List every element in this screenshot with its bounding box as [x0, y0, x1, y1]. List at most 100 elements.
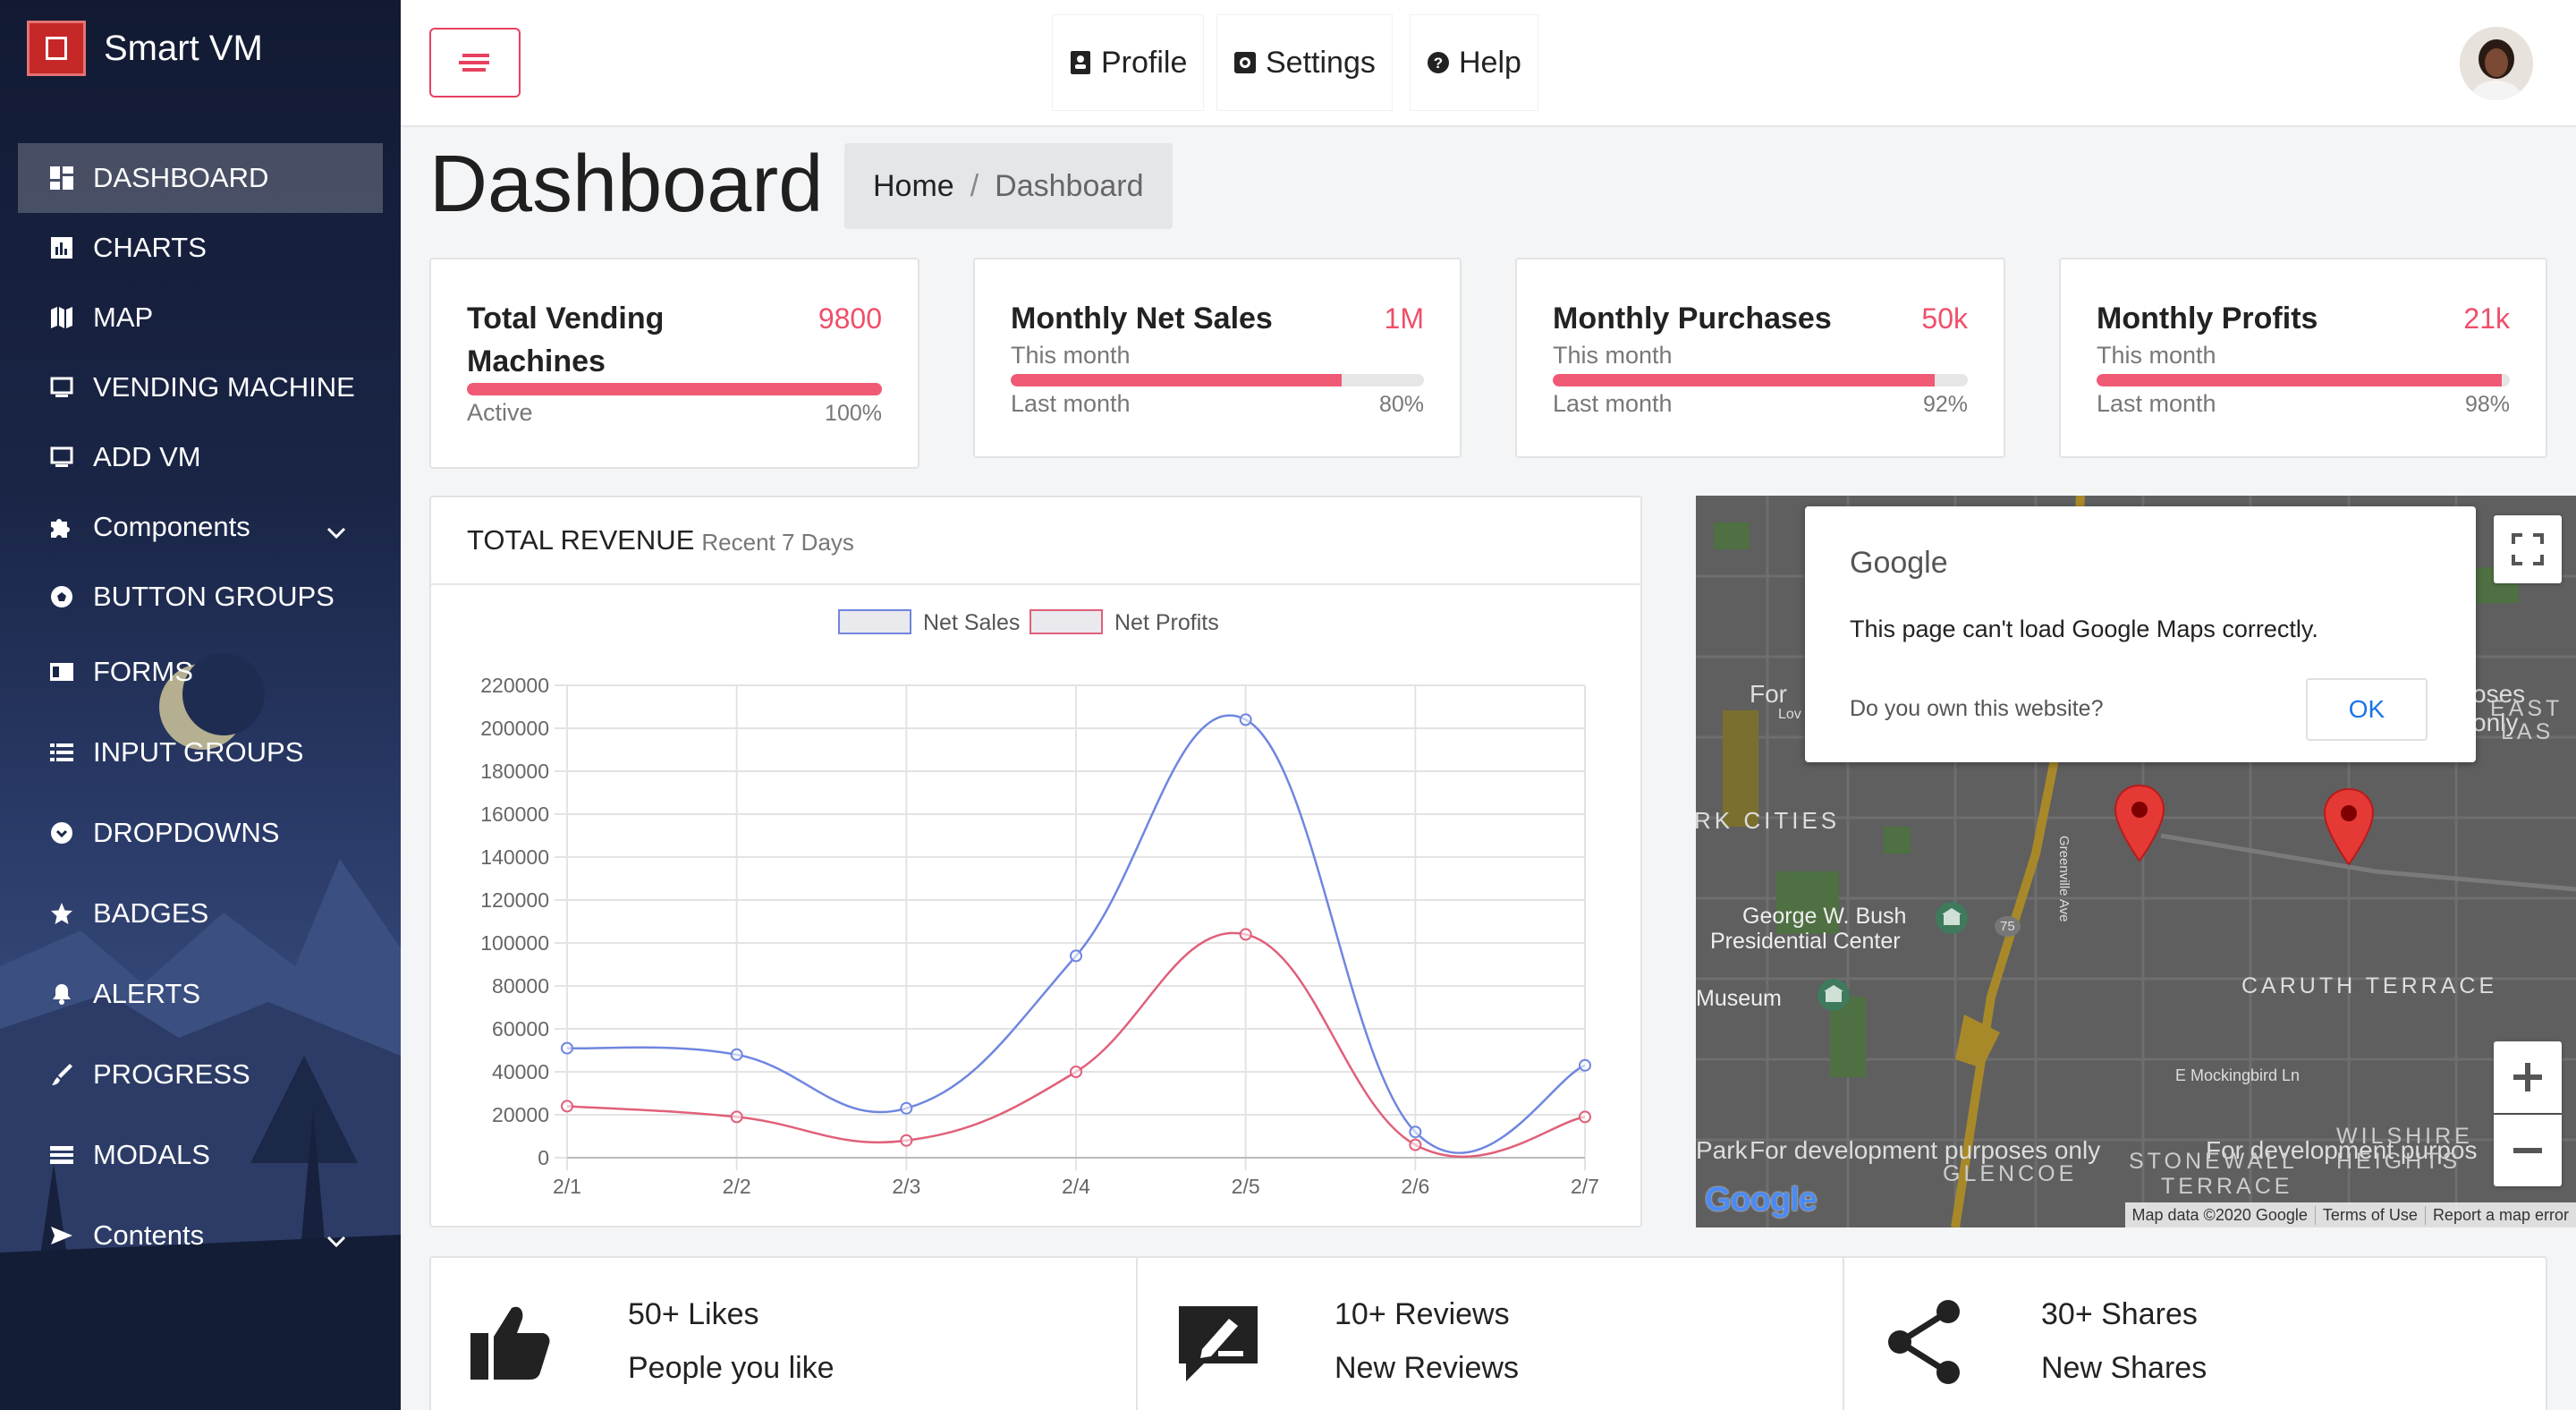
map-label: WILSHIRE [2336, 1124, 2473, 1149]
svg-text:?: ? [1434, 55, 1443, 72]
map-widget[interactable]: RK CITIES George W. Bush Presidential Ce… [1696, 496, 2576, 1227]
map-marker-icon[interactable] [2113, 784, 2166, 864]
legend-swatch [838, 609, 911, 634]
sidebar-item-forms[interactable]: FORMS [18, 632, 383, 712]
sidebar-item-label: BUTTON GROUPS [93, 581, 335, 612]
avatar[interactable] [2460, 27, 2533, 100]
sidebar-item-label: MODALS [93, 1139, 210, 1170]
stat-card-monthly-profits: Monthly Profits 21k This month Last mont… [2059, 258, 2547, 458]
profile-link[interactable]: Profile [1052, 14, 1205, 111]
sidebar-item-dropdowns[interactable]: DROPDOWNS [18, 793, 383, 873]
museum-icon [1936, 902, 1968, 934]
breadcrumb-separator: / [970, 168, 979, 203]
thumbs-up-icon [467, 1297, 556, 1391]
plus-icon [2513, 1063, 2542, 1091]
sidebar-item-progress[interactable]: PROGRESS [18, 1034, 383, 1115]
sidebar-item-button-groups[interactable]: BUTTON GROUPS [18, 562, 383, 632]
menu-toggle-button[interactable] [429, 28, 521, 98]
map-label: E Mockingbird Ln [2175, 1066, 2301, 1084]
y-tick-label: 200000 [480, 717, 549, 740]
share-icon [1880, 1297, 1970, 1391]
map-label: Museum [1696, 986, 1782, 1011]
map-label: HEIGHTS [2336, 1149, 2462, 1174]
map-icon [48, 304, 75, 331]
likes-count: 50+ Likes [628, 1297, 759, 1331]
map-error-dialog: Google This page can't load Google Maps … [1805, 506, 2476, 762]
y-tick-label: 100000 [480, 931, 549, 955]
sidebar-item-label: ALERTS [93, 978, 201, 1009]
likes-card: 50+ Likes People you like [431, 1258, 1138, 1410]
map-footer: Map data ©2020 Google Terms of Use Repor… [2124, 1202, 2576, 1227]
sidebar-item-label: DASHBOARD [93, 162, 269, 193]
sidebar-item-charts[interactable]: CHARTS [18, 213, 383, 283]
map-label: EAST [2490, 696, 2563, 721]
map-label: Lov [1778, 707, 1801, 722]
gear-icon [1234, 52, 1256, 73]
stat-title: Monthly Profits [2097, 302, 2318, 336]
monitor-icon [48, 374, 75, 401]
breadcrumb-home[interactable]: Home [873, 169, 954, 204]
y-tick-label: 60000 [492, 1017, 549, 1041]
stat-subtitle: This month [1553, 342, 1673, 369]
data-point [561, 1041, 573, 1055]
sidebar-item-label: DROPDOWNS [93, 817, 280, 848]
y-tick-label: 180000 [480, 760, 549, 783]
google-logo: Google [1705, 1181, 1818, 1219]
minus-icon [2513, 1148, 2542, 1153]
sidebar-item-modals[interactable]: MODALS [18, 1115, 383, 1195]
data-point [1070, 949, 1082, 963]
brand[interactable]: Smart VM [27, 20, 263, 77]
data-point [900, 1134, 913, 1147]
legend-label: Net Profits [1114, 610, 1219, 635]
map-zoom-out-button[interactable] [2494, 1115, 2562, 1186]
puzzle-icon [48, 514, 75, 540]
x-tick-label: 2/4 [1062, 1175, 1090, 1198]
stat-value: 1M [1384, 302, 1424, 335]
chevron-circle-icon [48, 820, 75, 846]
y-tick-label: 80000 [492, 974, 549, 998]
map-label: TERRACE [2161, 1174, 2293, 1199]
stat-footer-label: Last month [1011, 390, 1131, 417]
sidebar-item-dashboard[interactable]: DASHBOARD [18, 143, 383, 213]
map-label: GLENCOE [1943, 1161, 2078, 1186]
map-zoom-in-button[interactable] [2494, 1041, 2562, 1113]
map-terms-link[interactable]: Terms of Use [2314, 1205, 2425, 1225]
sidebar-item-label: CHARTS [93, 232, 207, 263]
x-tick-label: 2/3 [892, 1175, 920, 1198]
map-dialog-ok-button[interactable]: OK [2306, 678, 2428, 741]
sidebar-item-alerts[interactable]: ALERTS [18, 954, 383, 1034]
stat-title: Monthly Purchases [1553, 302, 1832, 336]
sidebar-item-label: VENDING MACHINE [93, 371, 355, 403]
sidebar-item-contents[interactable]: Contents [18, 1195, 383, 1276]
sidebar-item-badges[interactable]: BADGES [18, 873, 383, 954]
google-logo-text: Google [1705, 1181, 1818, 1219]
hamburger-icon [459, 54, 489, 72]
sidebar-item-add-vm[interactable]: ADD VM [18, 422, 383, 492]
sidebar-item-input-groups[interactable]: INPUT GROUPS [18, 712, 383, 793]
help-link[interactable]: ? Help [1410, 14, 1538, 111]
shares-caption: New Shares [2041, 1351, 2207, 1385]
list-icon [48, 739, 75, 766]
map-error-message: This page can't load Google Maps correct… [1850, 616, 2318, 642]
sidebar-item-map[interactable]: MAP [18, 283, 383, 352]
map-report-error-link[interactable]: Report a map error [2424, 1205, 2576, 1225]
stat-progress-bar [467, 383, 882, 395]
sidebar-item-vending-machine[interactable]: VENDING MACHINE [18, 352, 383, 422]
shares-card: 30+ Shares New Shares [1843, 1258, 2549, 1410]
data-point [730, 1110, 743, 1124]
help-icon: ? [1428, 52, 1449, 73]
map-label: Greenville Ave [2056, 836, 2072, 922]
settings-link[interactable]: Settings [1216, 14, 1393, 111]
sidebar-item-components[interactable]: Components [18, 492, 383, 562]
map-marker-icon[interactable] [2322, 787, 2376, 868]
data-point [1409, 1138, 1422, 1151]
fullscreen-icon [2512, 533, 2544, 565]
map-label: STONEWALL [2129, 1149, 2298, 1174]
map-label: LAS [2501, 719, 2555, 744]
google-dialog-logo: Google [1850, 546, 1948, 580]
bar-chart-icon [48, 234, 75, 261]
stat-subtitle: This month [2097, 342, 2216, 369]
page-title: Dashboard [429, 140, 824, 229]
sidebar-item-label: BADGES [93, 897, 209, 929]
map-fullscreen-button[interactable] [2494, 515, 2562, 583]
